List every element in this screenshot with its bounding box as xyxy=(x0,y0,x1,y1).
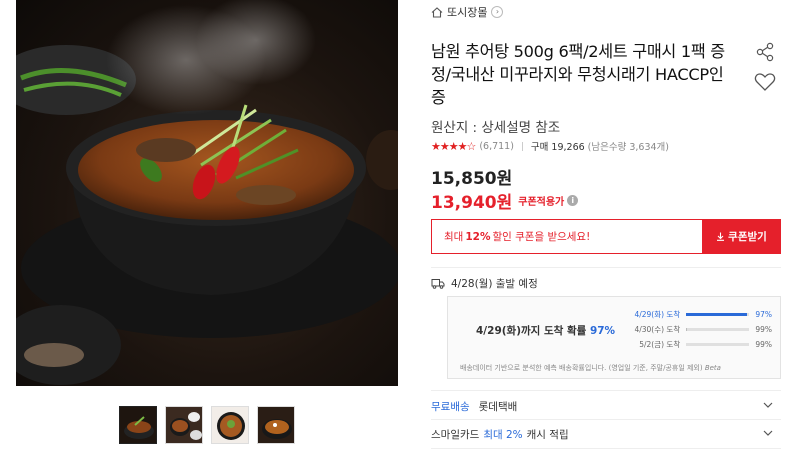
thumb-image-1 xyxy=(120,407,156,443)
purchase-count: 구매 19,266 xyxy=(530,142,585,153)
separator xyxy=(521,141,523,151)
departure-text: 4/28(월) 출발 예정 xyxy=(451,278,538,290)
store-link[interactable]: 또시장몰 › xyxy=(431,4,504,20)
prediction-bar xyxy=(686,328,750,331)
prediction-row: 5/2(금) 도착 99% xyxy=(632,337,772,352)
beta-label: Beta xyxy=(704,364,721,372)
origin-info: 원산지 : 상세설명 참조 xyxy=(431,120,561,136)
sale-label: 쿠폰적용가 xyxy=(518,197,565,208)
thumbnail-2[interactable] xyxy=(165,406,203,444)
courier-name: 롯데택배 xyxy=(478,400,518,413)
coupon-percent: 12% xyxy=(465,230,491,243)
get-coupon-label: 쿠폰받기 xyxy=(728,231,767,243)
rating-stars[interactable]: ★★★★☆ xyxy=(431,140,476,153)
prediction-row-date: 5/2(금) 도착 xyxy=(639,340,681,349)
remaining-quantity: (남은수량 3,634개) xyxy=(587,142,670,153)
coupon-suffix: 할인 쿠폰을 받으세요! xyxy=(492,231,591,243)
soup-bowl-photo xyxy=(16,0,398,385)
shipping-option-row[interactable]: 무료배송 롯데택배 xyxy=(431,393,781,419)
prediction-percent: 97% xyxy=(589,325,616,337)
prediction-row-date: 4/29(화) 도착 xyxy=(634,310,681,319)
prediction-list: 4/29(화) 도착 97% 4/30(수) 도착 99% 5/2(금) 도착 99% xyxy=(632,307,772,352)
shipping-departure: 4/28(월) 출발 예정 xyxy=(431,276,538,291)
prediction-row-value: 99% xyxy=(755,340,772,349)
heart-icon[interactable] xyxy=(754,72,776,92)
prediction-bar xyxy=(686,343,750,346)
free-shipping-label: 무료배송 xyxy=(431,400,470,413)
prediction-row: 4/30(수) 도착 99% xyxy=(632,322,772,337)
share-icon[interactable] xyxy=(755,42,775,62)
prediction-date: 4/29(화)까지 도착 확률 xyxy=(476,325,587,337)
prediction-bar xyxy=(686,313,750,316)
prediction-row-value: 97% xyxy=(755,310,772,319)
prediction-note-text: 배송데이터 기반으로 분석한 예측 배송확률입니다. (영업일 기준, 주말/공… xyxy=(460,364,703,372)
prediction-row-value: 99% xyxy=(755,325,772,334)
chevron-down-icon xyxy=(763,430,773,436)
original-price: 15,850원 xyxy=(431,169,513,189)
smile-card-row[interactable]: 스마일카드 최대 2% 캐시 적립 xyxy=(431,421,781,447)
divider xyxy=(431,448,781,449)
thumb-image-2 xyxy=(166,407,202,443)
sale-price: 13,940원 xyxy=(431,193,513,213)
thumbnail-1[interactable] xyxy=(119,406,157,444)
prediction-row-date: 4/30(수) 도착 xyxy=(634,325,681,334)
review-count[interactable]: (6,711) xyxy=(479,141,514,152)
product-title: 남원 추어탕 500g 6팩/2세트 구매시 1팩 증정/국내산 미꾸라지와 무… xyxy=(431,42,725,107)
prediction-bar-fill xyxy=(686,328,688,331)
download-icon xyxy=(717,232,725,241)
prediction-row: 4/29(화) 도착 97% xyxy=(632,307,772,322)
coupon-prefix: 최대 xyxy=(444,231,464,243)
chevron-right-icon: › xyxy=(491,6,504,18)
thumb-image-3 xyxy=(212,407,248,443)
get-coupon-button[interactable]: 쿠폰받기 xyxy=(702,219,781,254)
sale-price-row: 13,940원 쿠폰적용가 i xyxy=(431,188,579,213)
thumb-image-4 xyxy=(258,407,294,443)
chevron-down-icon xyxy=(763,402,773,408)
prediction-bar-fill xyxy=(686,313,748,316)
divider xyxy=(431,419,781,420)
delivery-prediction-main: 4/29(화)까지 도착 확률 97% xyxy=(476,323,615,338)
home-icon xyxy=(431,6,443,18)
truck-icon xyxy=(431,279,445,289)
divider xyxy=(431,267,781,268)
delivery-prediction-box: 4/29(화)까지 도착 확률 97% 4/29(화) 도착 97% 4/30(수)… xyxy=(447,296,781,379)
product-page: 또시장몰 › 남원 추어탕 500g 6팩/2세트 구매시 1팩 증정/국내산 … xyxy=(0,0,800,453)
thumbnail-4[interactable] xyxy=(257,406,295,444)
divider xyxy=(431,390,781,391)
coupon-banner[interactable]: 최대 12% 할인 쿠폰을 받으세요! xyxy=(431,219,703,254)
smile-card-rate: 최대 2% xyxy=(483,428,523,441)
info-icon[interactable]: i xyxy=(567,195,579,206)
cashback-label: 캐시 적립 xyxy=(526,428,569,441)
prediction-note: 배송데이터 기반으로 분석한 예측 배송확률입니다. (영업일 기준, 주말/공… xyxy=(460,363,721,373)
thumbnail-strip xyxy=(119,406,295,444)
smile-card-label: 스마일카드 xyxy=(431,428,480,441)
thumbnail-3[interactable] xyxy=(211,406,249,444)
product-main-image[interactable] xyxy=(16,0,398,386)
store-name: 또시장몰 xyxy=(447,6,488,19)
rating-row: ★★★★☆ (6,711) 구매 19,266 (남은수량 3,634개) xyxy=(431,139,670,154)
